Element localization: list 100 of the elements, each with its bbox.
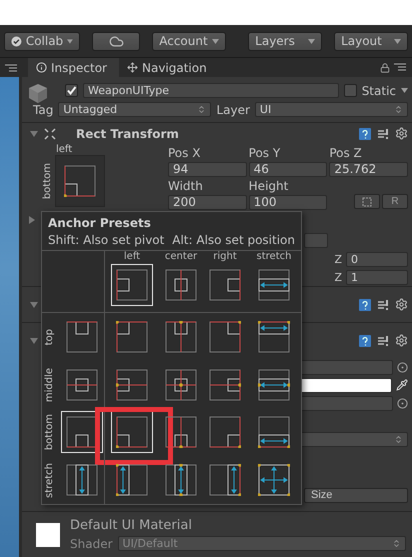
row-label: bottom	[44, 414, 55, 450]
anchor-preset-icon	[209, 368, 241, 401]
sliders-icon[interactable]	[377, 298, 389, 310]
column-label: left	[124, 251, 140, 262]
input-field[interactable]: 25.762	[329, 162, 408, 177]
input-field[interactable]: 1	[346, 270, 408, 284]
help-icon[interactable]	[359, 334, 371, 346]
caret-icon	[212, 38, 220, 44]
static-checkbox[interactable]	[344, 84, 357, 97]
tab[interactable]: Navigation	[118, 58, 219, 77]
anchor-preset-icon	[165, 269, 197, 301]
raw-edit-button[interactable]: R	[382, 194, 408, 209]
anchor-preset-icon	[209, 269, 241, 301]
rect-transform-icon	[44, 128, 56, 140]
anchor-preset-icon	[116, 368, 148, 401]
tab[interactable]: Inspector	[28, 58, 119, 77]
menu-icon[interactable]	[394, 62, 406, 70]
updown-icon	[394, 434, 403, 444]
anchor-preset-icon	[258, 416, 290, 448]
move-arrows-icon	[126, 62, 138, 73]
updown-icon	[392, 539, 401, 548]
name-field[interactable]: WeaponUIType	[83, 83, 339, 98]
material-preview	[36, 522, 60, 546]
dropdown-button[interactable]: Account	[152, 32, 226, 50]
material-name: Default UI Material	[70, 518, 193, 533]
input-field[interactable]: 46	[248, 162, 328, 177]
input-field[interactable]	[304, 232, 328, 248]
anchor-preset-icon	[165, 368, 197, 401]
anchor-preset[interactable]	[111, 411, 153, 454]
info-icon	[36, 62, 47, 73]
field-label: Pos X	[168, 146, 202, 160]
field-label: Height	[248, 179, 290, 193]
row-label: middle	[44, 368, 55, 402]
fold-triangle-icon[interactable]	[30, 130, 38, 138]
caret-icon	[67, 38, 73, 44]
dropdown-button[interactable]: Layers	[248, 32, 322, 50]
fold-triangle-icon[interactable]	[30, 336, 38, 344]
row-label: stretch	[44, 462, 55, 498]
cloud-button[interactable]	[92, 32, 140, 50]
static-label: Static	[362, 84, 396, 98]
column-label: stretch	[256, 251, 292, 262]
blueprint-button[interactable]	[354, 194, 380, 209]
settings-icon[interactable]	[395, 127, 408, 140]
anchor-preset-icon	[165, 416, 197, 448]
fold-triangle-icon[interactable]	[28, 216, 36, 224]
eyedropper-icon[interactable]	[396, 379, 408, 391]
anchor-h-label: left	[56, 144, 72, 155]
target-icon[interactable]	[397, 362, 408, 372]
tag-dropdown[interactable]: Untagged	[58, 102, 212, 117]
target-icon[interactable]	[397, 398, 408, 408]
anchor-preset-icon	[209, 464, 241, 496]
menu-icon[interactable]	[5, 64, 17, 72]
dashed-square-icon	[362, 196, 372, 206]
column-label: center	[164, 251, 198, 262]
lock-icon[interactable]	[380, 62, 390, 72]
field-label: Width	[168, 179, 204, 193]
anchor-preset-icon	[258, 269, 290, 301]
anchor-preset-icon	[165, 464, 197, 496]
input-field[interactable]: 100	[248, 195, 328, 210]
anchor-preset-icon	[66, 368, 98, 401]
active-checkbox[interactable]	[65, 84, 78, 97]
popup-title: Anchor Presets	[48, 216, 152, 230]
updown-icon	[394, 105, 404, 114]
component-title: Rect Transform	[76, 126, 179, 140]
anchor-preset-icon	[258, 464, 290, 496]
caret-icon	[401, 88, 408, 93]
collab-button[interactable]: Collab	[4, 32, 80, 50]
layer-label: Layer	[216, 102, 250, 116]
settings-icon[interactable]	[395, 298, 408, 311]
anchor-preset-icon	[116, 464, 148, 496]
size-button[interactable]: Size	[304, 488, 408, 502]
shader-label: Shader	[70, 536, 113, 550]
anchor-preset-icon	[116, 269, 148, 301]
input-field[interactable]: 200	[168, 195, 247, 210]
anchor-icon	[64, 165, 96, 197]
anchor-preset[interactable]	[61, 411, 103, 454]
field-label: Z	[334, 252, 342, 266]
sliders-icon[interactable]	[377, 128, 389, 140]
help-icon[interactable]	[359, 128, 371, 140]
input-field[interactable]: 0	[346, 252, 408, 266]
field-label: Pos Y	[248, 146, 282, 160]
fold-triangle-icon[interactable]	[30, 300, 38, 308]
anchor-preset[interactable]	[111, 264, 153, 306]
input-field[interactable]: 94	[168, 162, 247, 177]
check-circle-icon	[11, 34, 22, 48]
anchor-preset-icon	[258, 320, 290, 353]
field-label: Pos Z	[329, 146, 363, 160]
anchor-selector[interactable]	[55, 155, 105, 207]
settings-icon[interactable]	[395, 334, 408, 347]
anchor-v-label: bottom	[42, 162, 53, 200]
dropdown-button[interactable]: Layout	[334, 32, 408, 50]
anchor-preset-icon	[116, 320, 148, 353]
cube-icon	[28, 83, 48, 105]
sliders-icon[interactable]	[377, 334, 389, 346]
layer-dropdown[interactable]: UI	[254, 102, 408, 117]
updown-icon	[197, 105, 206, 114]
caret-icon	[394, 38, 401, 44]
help-icon[interactable]	[359, 298, 371, 310]
anchor-preset-icon	[209, 320, 241, 353]
anchor-preset-icon	[258, 368, 290, 401]
